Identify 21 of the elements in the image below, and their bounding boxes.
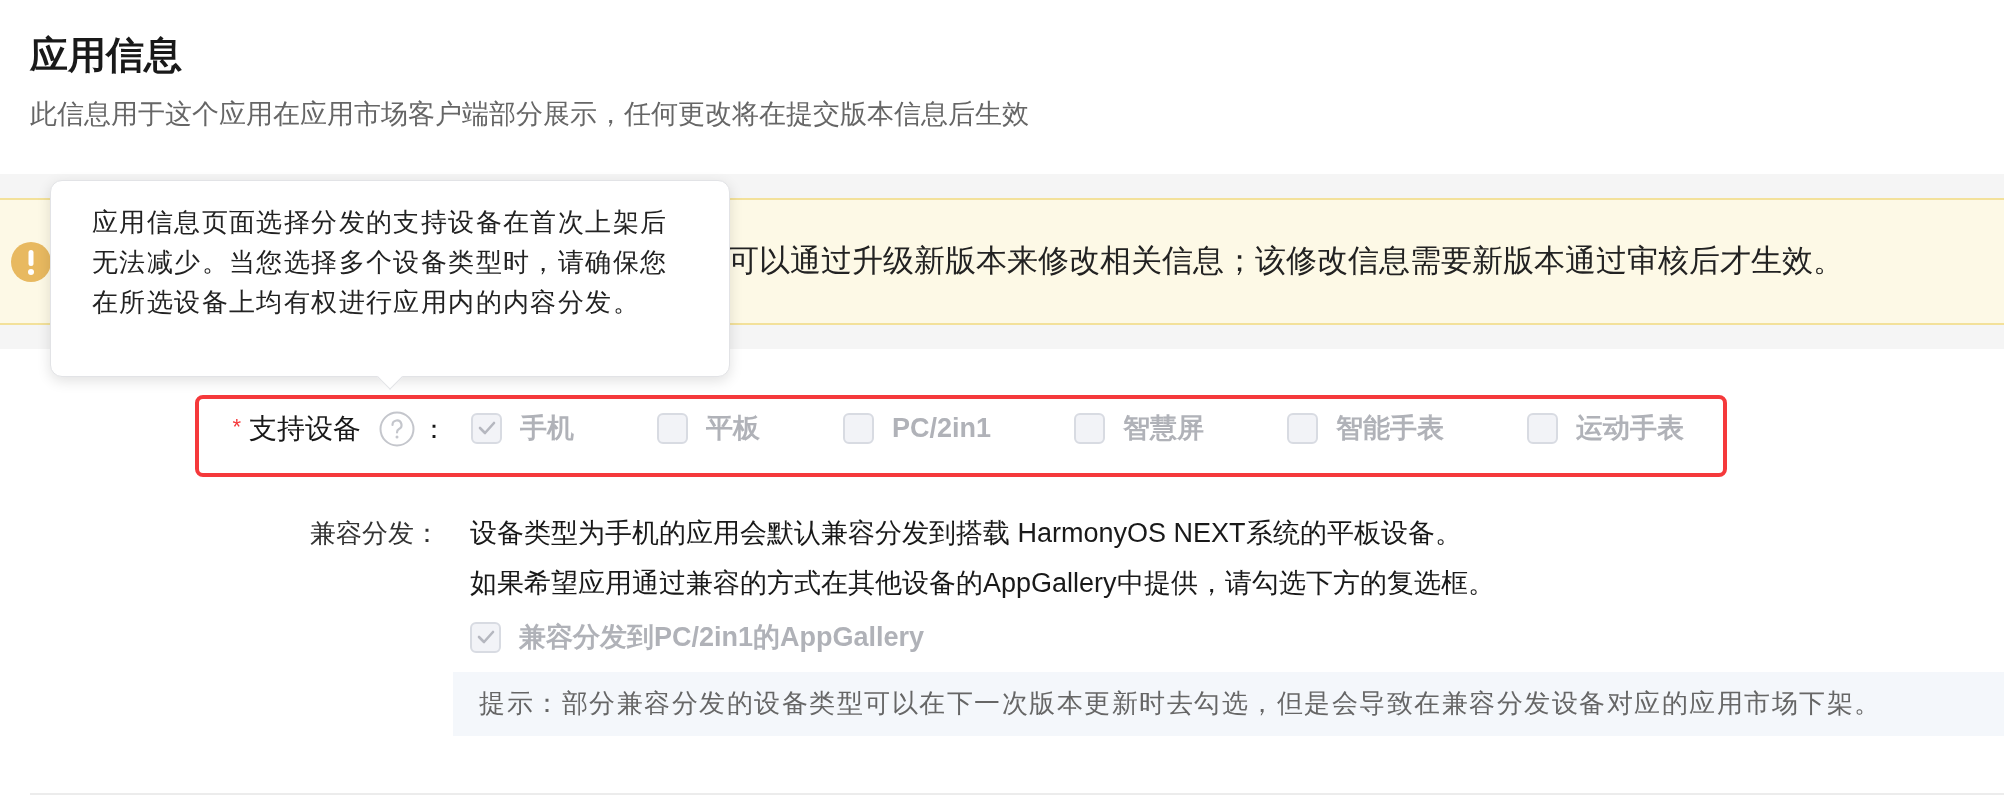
tooltip-text: 应用信息页面选择分发的支持设备在首次上架后无法减少。当您选择多个设备类型时，请确保您在所选设备上均有权进行应用内的内容分发。 <box>92 206 669 319</box>
checkbox-label: 智慧屏 <box>1123 412 1205 445</box>
warning-text: 可以通过升级新版本来修改相关信息；该修改信息需要新版本通过审核后才生效。 <box>728 242 1844 281</box>
field-label: 兼容分发： <box>310 517 440 550</box>
checkbox-label: 平板 <box>706 412 760 445</box>
checkmark-icon <box>477 421 496 436</box>
description-text: 设备类型为手机的应用会默认兼容分发到搭载 HarmonyOS NEXT系统的平板设备。 <box>470 517 1463 550</box>
hint-text: 提示：部分兼容分发的设备类型可以在下一次版本更新时去勾选，但是会导致在兼容分发设备对应的应用市场下架。 <box>479 687 1882 720</box>
checkbox-label: 手机 <box>520 412 574 445</box>
label-colon: ： <box>421 412 447 446</box>
checkmark-icon <box>476 630 495 645</box>
field-label: 支持设备 <box>249 412 361 446</box>
checkbox-label: 运动手表 <box>1576 412 1685 445</box>
checkbox-label: PC/2in1 <box>892 412 992 445</box>
required-mark: * <box>232 413 241 441</box>
page-subtitle: 此信息用于这个应用在应用市场客户端部分展示，任何更改将在提交版本信息后生效 <box>30 98 1030 131</box>
page-title: 应用信息 <box>30 33 183 78</box>
checkbox-label: 兼容分发到PC/2in1的AppGallery <box>519 621 925 654</box>
checkbox-label: 智能手表 <box>1336 412 1445 445</box>
help-icon[interactable] <box>379 411 415 447</box>
description-text: 如果希望应用通过兼容的方式在其他设备的AppGallery中提供，请勾选下方的复选框。 <box>470 567 1496 600</box>
